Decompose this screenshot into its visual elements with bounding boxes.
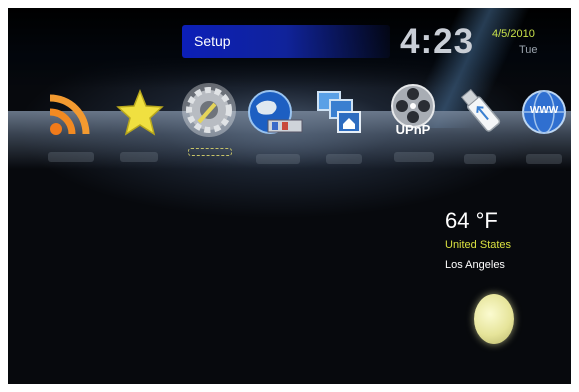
menu-item-usb[interactable]: [456, 86, 506, 136]
temperature: 64 °F: [445, 208, 498, 233]
weather-country: United States: [445, 239, 512, 251]
upnp-reflection: [394, 152, 434, 162]
gear-icon: [182, 83, 236, 137]
section-title: Setup: [194, 33, 231, 49]
www-label: WWW: [529, 105, 559, 116]
menu-item-computer[interactable]: [314, 88, 364, 138]
computer-home-icon: [317, 91, 361, 133]
usb-drive-icon: [460, 88, 501, 132]
moon-icon: [474, 294, 514, 344]
menu-item-favorites[interactable]: [115, 88, 165, 138]
setup-selection-underline: [188, 148, 232, 156]
web-reflection: [526, 154, 562, 164]
usb-reflection: [464, 154, 496, 164]
upnp-label: UPnP: [395, 122, 431, 137]
menu-item-rss[interactable]: [46, 88, 96, 138]
clock: 4:23: [400, 22, 475, 61]
star-reflection: [120, 152, 158, 162]
date: 4/5/2010: [492, 28, 535, 40]
media-player-screen: Setup 4:23 4/5/2010 Tue UPnP WWW 64 °F U…: [8, 8, 571, 384]
section-title-bar: Setup: [182, 25, 390, 58]
computer-reflection: [326, 154, 362, 164]
menu-item-network[interactable]: [246, 88, 303, 138]
menu-item-setup[interactable]: [181, 82, 237, 138]
menu-item-web[interactable]: WWW: [520, 88, 568, 138]
menu-item-upnp[interactable]: UPnP: [387, 84, 439, 140]
network-reflection: [256, 154, 300, 164]
star-icon: [116, 88, 164, 136]
globe-network-icon: [248, 90, 303, 134]
rss-icon: [49, 94, 90, 135]
weekday: Tue: [519, 44, 538, 56]
rss-reflection: [48, 152, 94, 162]
weather-city: Los Angeles: [445, 259, 505, 271]
